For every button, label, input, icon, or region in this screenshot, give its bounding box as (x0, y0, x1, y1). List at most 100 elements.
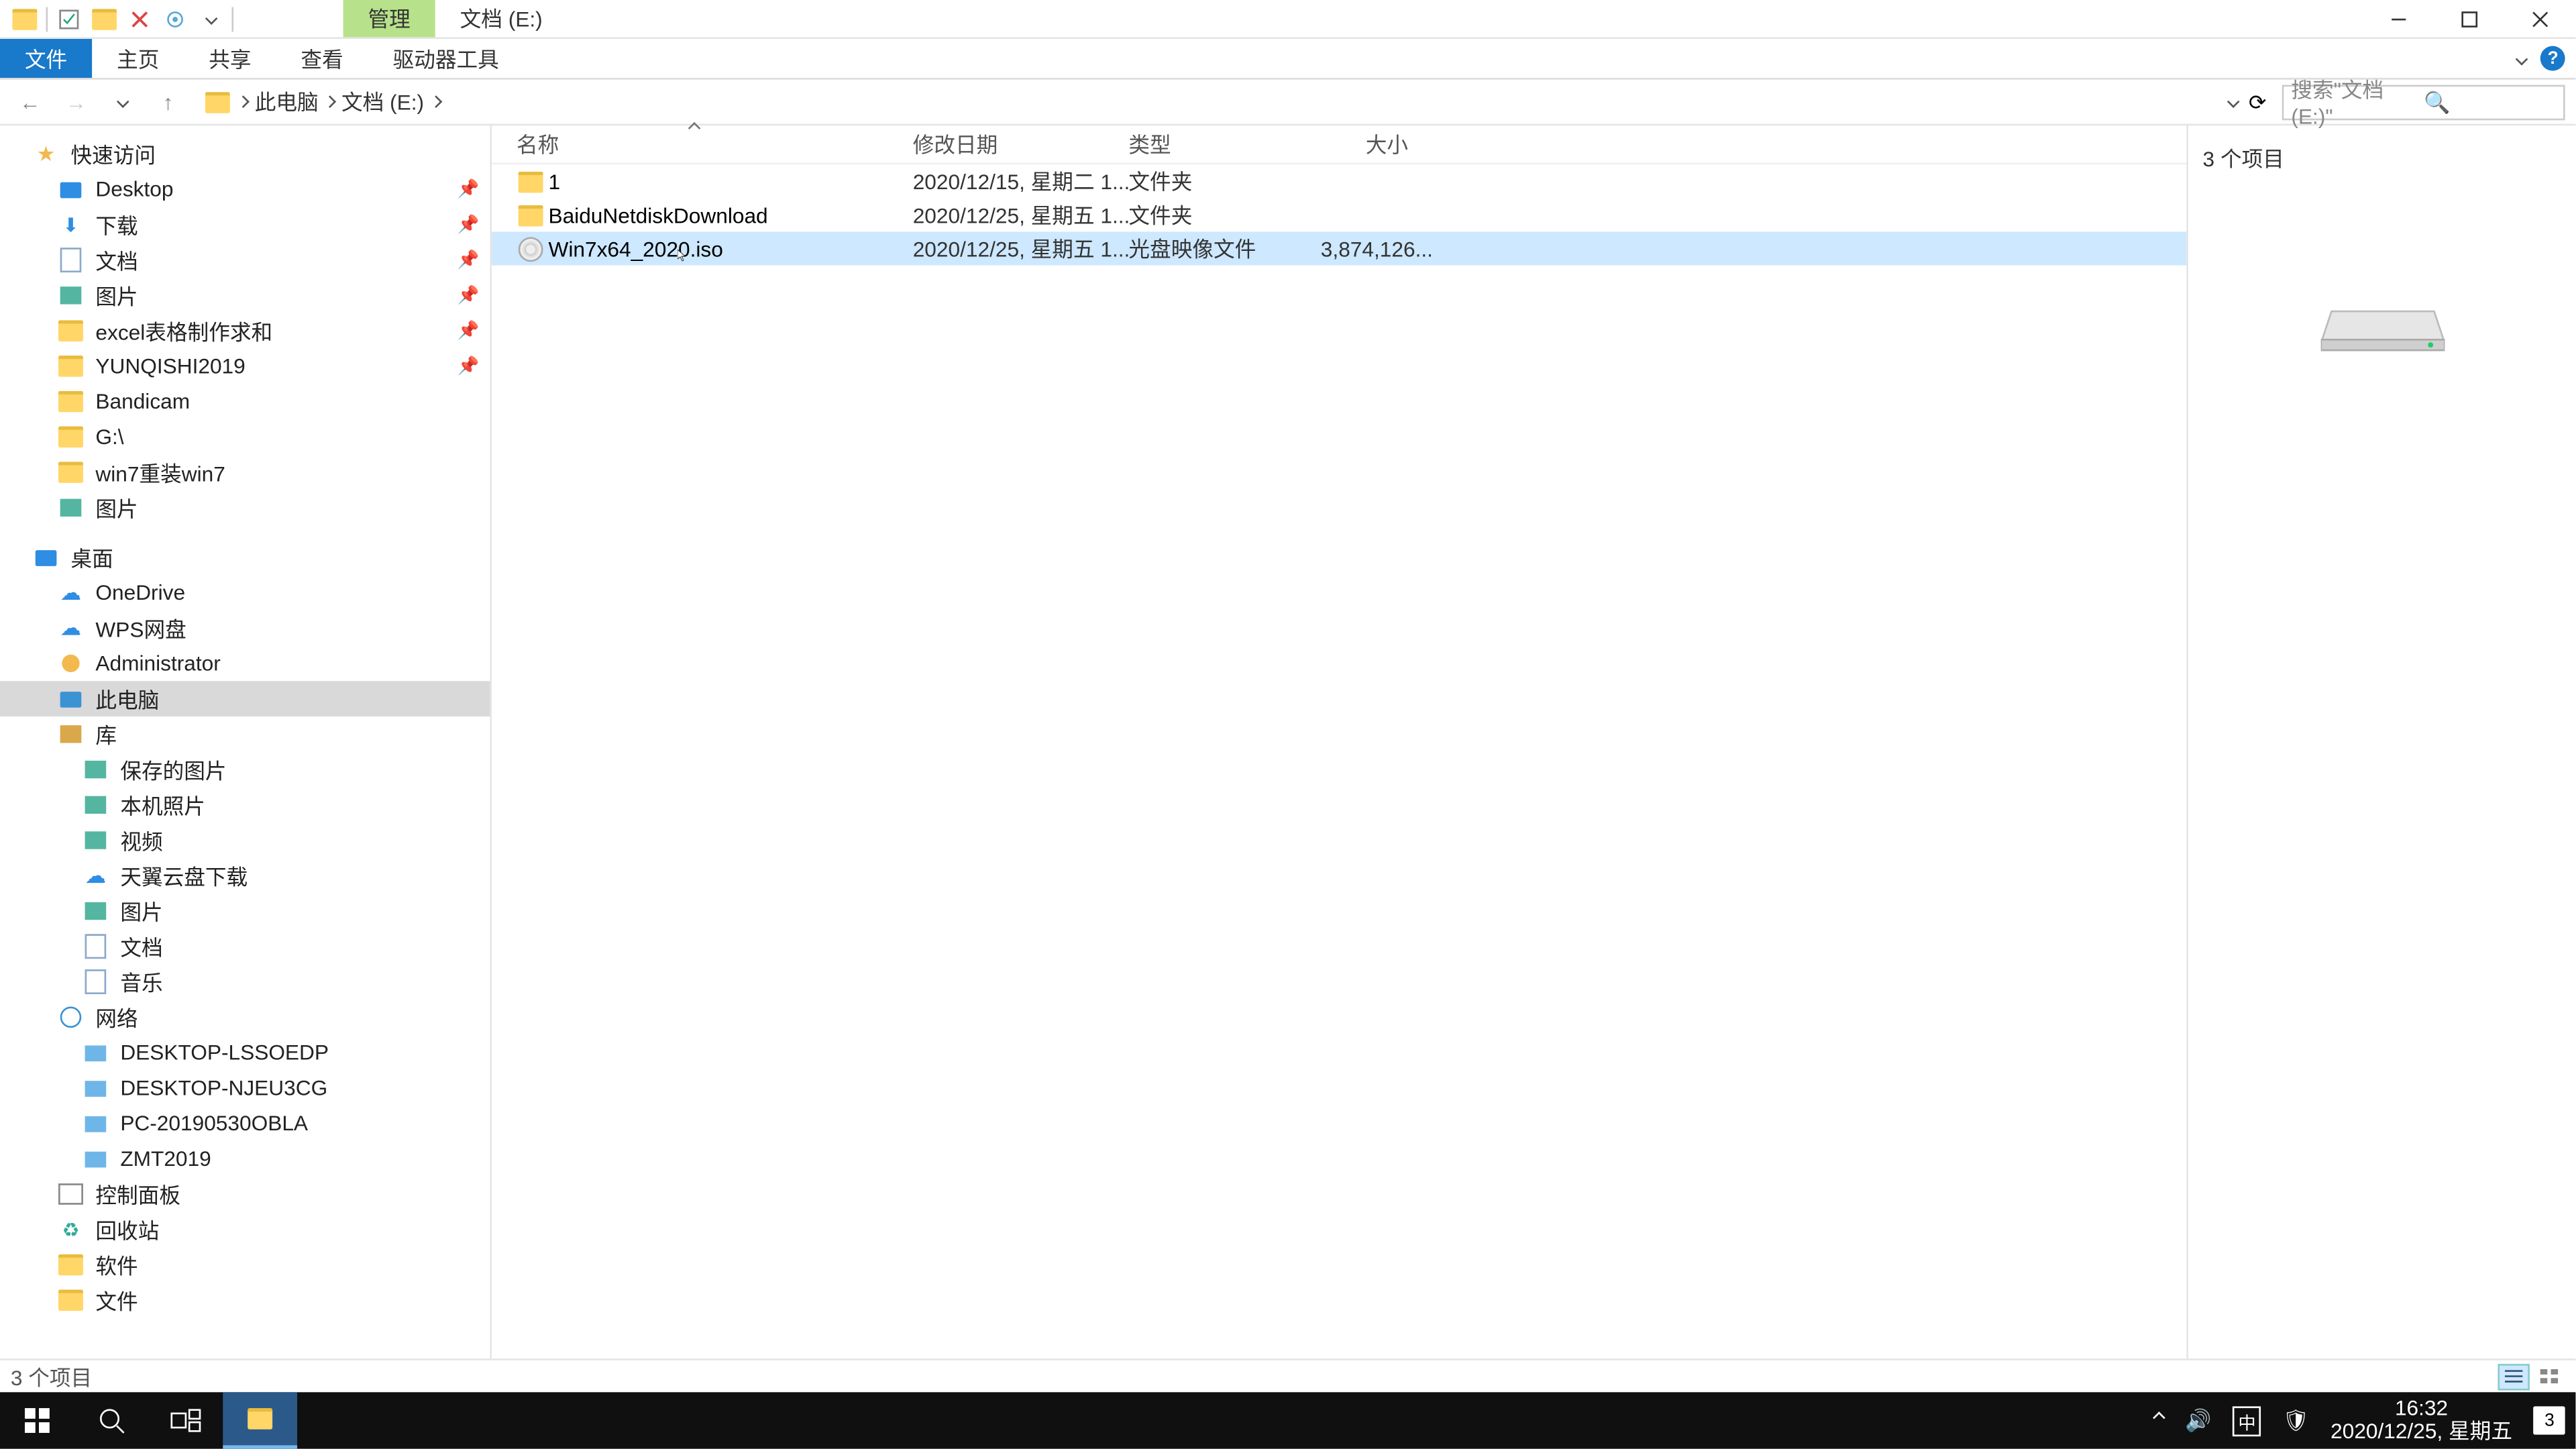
search-input[interactable]: 搜索"文档 (E:)" 🔍 (2282, 84, 2565, 119)
security-icon[interactable]: 🛡 (2282, 1408, 2309, 1433)
context-tab-header: 管理 (343, 0, 435, 37)
file-row[interactable]: 12020/12/15, 星期二 1...文件夹 (492, 164, 2187, 198)
task-view-button[interactable] (149, 1393, 223, 1449)
tree-item[interactable]: YUNQISHI2019📌 (0, 348, 490, 384)
explorer-taskbar-button[interactable] (223, 1393, 297, 1449)
search-button[interactable] (74, 1393, 149, 1449)
tree-label: DESKTOP-LSSOEDP (120, 1040, 479, 1065)
minimize-button[interactable] (2364, 0, 2434, 38)
cloud-icon (81, 861, 109, 890)
tree-item[interactable]: PC-20190530OBLA (0, 1106, 490, 1141)
column-headers[interactable]: 名称 修改日期 类型 大小 (492, 125, 2187, 164)
tree-item[interactable]: 天翼云盘下载 (0, 858, 490, 894)
tree-item[interactable]: win7重装win7 (0, 455, 490, 490)
tree-item[interactable]: 快速访问 (0, 136, 490, 172)
ime-indicator[interactable]: 中 (2233, 1405, 2261, 1436)
tree-item[interactable]: 桌面 (0, 539, 490, 575)
tree-item[interactable]: DESKTOP-NJEU3CG (0, 1070, 490, 1106)
qat-folder-icon[interactable] (87, 3, 122, 34)
tab-share[interactable]: 共享 (184, 39, 276, 78)
tree-item[interactable]: 文档 (0, 928, 490, 964)
up-button[interactable]: ↑ (149, 83, 188, 121)
doc-icon (81, 932, 109, 961)
tree-label: Administrator (95, 651, 479, 676)
tree-item[interactable]: Bandicam (0, 384, 490, 419)
drive-icon (203, 88, 231, 116)
user-icon (56, 649, 85, 678)
qat-app-icon[interactable] (7, 3, 43, 34)
tree-item[interactable]: 控制面板 (0, 1177, 490, 1212)
tree-item[interactable]: excel表格制作求和📌 (0, 313, 490, 349)
col-type[interactable]: 类型 (1104, 129, 1281, 160)
address-dropdown-icon[interactable] (2227, 95, 2240, 108)
view-icons-button[interactable] (2534, 1363, 2565, 1390)
help-icon[interactable]: ? (2540, 46, 2565, 71)
tab-file[interactable]: 文件 (0, 39, 92, 78)
address-bar[interactable]: 此电脑 文档 (E:) ⟳ (195, 84, 2275, 119)
navigation-tree[interactable]: 快速访问Desktop📌下载📌文档📌图片📌excel表格制作求和📌YUNQISH… (0, 125, 492, 1358)
doc-icon (81, 967, 109, 996)
close-button[interactable] (2505, 0, 2575, 38)
tree-item[interactable]: 图片 (0, 490, 490, 525)
forward-button[interactable]: → (56, 83, 95, 121)
tree-item[interactable]: 文档📌 (0, 242, 490, 278)
tree-item[interactable]: 音乐 (0, 964, 490, 1000)
ribbon-collapse-icon[interactable] (2516, 52, 2528, 65)
tab-drive-tools[interactable]: 驱动器工具 (368, 39, 524, 78)
tab-home[interactable]: 主页 (92, 39, 184, 78)
tree-item[interactable]: 图片📌 (0, 278, 490, 313)
folder-icon (517, 167, 545, 195)
col-name[interactable]: 名称 (492, 129, 888, 160)
tree-item[interactable]: 软件 (0, 1247, 490, 1283)
col-date[interactable]: 修改日期 (888, 129, 1104, 160)
maximize-button[interactable] (2434, 0, 2505, 38)
taskbar[interactable]: 🔊 中 🛡 16:322020/12/25, 星期五 3 (0, 1393, 2576, 1449)
qat-checkbox-icon[interactable] (51, 3, 87, 34)
system-tray[interactable]: 🔊 中 🛡 16:322020/12/25, 星期五 3 (2155, 1393, 2576, 1449)
file-list: 名称 修改日期 类型 大小 12020/12/15, 星期二 1...文件夹Ba… (492, 125, 2187, 1358)
tree-item[interactable]: 图片 (0, 894, 490, 929)
refresh-icon[interactable]: ⟳ (2249, 89, 2267, 114)
file-row[interactable]: Win7x64_2020.iso2020/12/25, 星期五 1...光盘映像… (492, 231, 2187, 265)
tree-label: 控制面板 (95, 1179, 479, 1210)
tree-item[interactable]: 本机照片 (0, 787, 490, 822)
start-button[interactable] (0, 1393, 74, 1449)
tree-item[interactable]: 此电脑 (0, 681, 490, 716)
recent-dropdown-icon[interactable] (103, 83, 142, 121)
tab-view[interactable]: 查看 (276, 39, 368, 78)
tree-item[interactable]: WPS网盘 (0, 610, 490, 646)
tree-item[interactable]: 下载📌 (0, 207, 490, 243)
view-details-button[interactable] (2498, 1363, 2530, 1390)
tree-item[interactable]: ZMT2019 (0, 1141, 490, 1177)
volume-icon[interactable]: 🔊 (2185, 1408, 2211, 1433)
qat-delete-icon[interactable] (122, 3, 158, 34)
breadcrumb-this-pc[interactable]: 此电脑 (255, 87, 319, 117)
tree-item[interactable]: DESKTOP-LSSOEDP (0, 1035, 490, 1071)
tree-label: 网络 (95, 1002, 479, 1032)
breadcrumb-drive[interactable]: 文档 (E:) (341, 87, 424, 117)
tree-item[interactable]: 网络 (0, 1000, 490, 1035)
back-button[interactable]: ← (11, 83, 50, 121)
tree-label: YUNQISHI2019 (95, 354, 447, 378)
tree-item[interactable]: Desktop📌 (0, 172, 490, 207)
tree-item[interactable]: G:\ (0, 419, 490, 455)
file-type: 文件夹 (1128, 200, 1305, 230)
clock[interactable]: 16:322020/12/25, 星期五 (2330, 1397, 2512, 1444)
notification-icon[interactable]: 3 (2534, 1407, 2565, 1435)
tree-item[interactable]: 视频 (0, 822, 490, 858)
file-date: 2020/12/25, 星期五 1... (913, 233, 1129, 264)
tree-item[interactable]: OneDrive (0, 575, 490, 610)
file-date: 2020/12/15, 星期二 1... (913, 166, 1129, 197)
tree-item[interactable]: 库 (0, 716, 490, 752)
img-icon (56, 494, 85, 522)
col-size[interactable]: 大小 (1281, 129, 1422, 160)
tree-item[interactable]: 回收站 (0, 1212, 490, 1247)
file-type: 文件夹 (1128, 166, 1305, 197)
qat-dropdown-icon[interactable] (193, 3, 228, 34)
tree-item[interactable]: 保存的图片 (0, 752, 490, 788)
tray-chevron-icon[interactable] (2155, 1408, 2164, 1433)
qat-settings-icon[interactable] (158, 3, 193, 34)
tree-item[interactable]: 文件 (0, 1283, 490, 1318)
file-row[interactable]: BaiduNetdiskDownload2020/12/25, 星期五 1...… (492, 198, 2187, 231)
tree-item[interactable]: Administrator (0, 646, 490, 682)
